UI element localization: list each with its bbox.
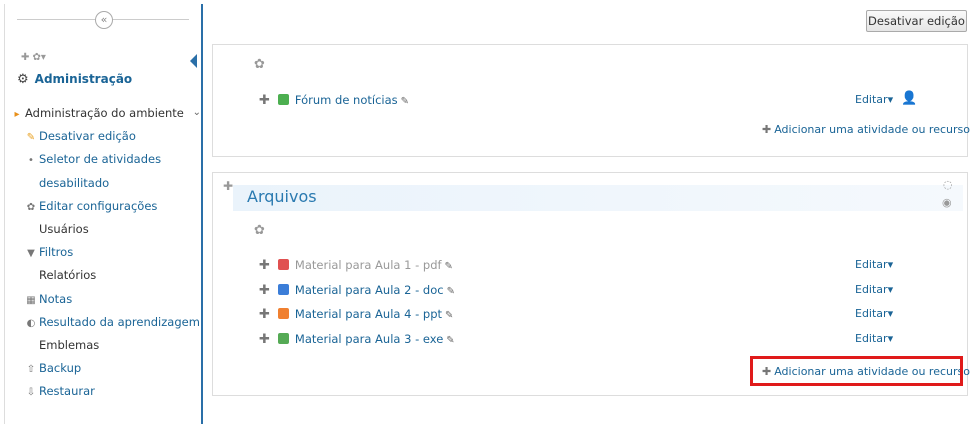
- editar-menu[interactable]: Editar▾: [855, 307, 893, 320]
- sidebar-item-label: Seletor de atividades: [39, 152, 162, 167]
- pencil-icon[interactable]: ✎: [401, 96, 409, 107]
- sidebar-item[interactable]: ⇩ Restaurar: [5, 380, 201, 402]
- pencil-icon: ✎: [26, 132, 36, 144]
- sidebar-item-label: desabilitado: [39, 175, 110, 190]
- move-icon[interactable]: ✚: [259, 93, 270, 108]
- sidebar-item-label: Administração do ambiente: [25, 106, 184, 120]
- sidebar-item[interactable]: • Seletor de atividades: [5, 148, 201, 170]
- block-title-label: Administração: [34, 72, 133, 86]
- section-gear-icon[interactable]: ✿: [254, 57, 265, 72]
- filter-icon: ▼: [27, 248, 35, 260]
- sidebar-item-label: Usuários: [39, 222, 89, 236]
- gears-icon: ⚙: [17, 72, 29, 87]
- turn-editing-off-button[interactable]: Desativar edição: [866, 10, 967, 32]
- sidebar-item-label: Relatórios: [39, 268, 97, 283]
- pencil-icon[interactable]: ✎: [446, 335, 454, 346]
- move-section-icon[interactable]: ✚: [223, 179, 233, 193]
- activity-item[interactable]: ✚ Fórum de notícias ✎: [259, 91, 409, 109]
- sidebar-item[interactable]: desabilitado: [5, 172, 201, 194]
- move-icon[interactable]: ✚: [259, 332, 270, 347]
- sidebar-item-label: Resultado da aprendizagem: [39, 314, 200, 329]
- activity-type-icon: [277, 308, 289, 319]
- editar-menu[interactable]: Editar▾: [855, 283, 893, 296]
- eye-icon[interactable]: ◉: [942, 196, 952, 209]
- pencil-icon[interactable]: ✎: [445, 261, 453, 272]
- sidebar-item-label: Editar configurações: [39, 198, 158, 213]
- editar-menu[interactable]: Editar▾: [855, 332, 893, 345]
- section-title[interactable]: Arquivos: [247, 187, 317, 206]
- add-activity-label: Adicionar uma atividade ou recurso: [774, 123, 970, 136]
- gear-icon: ✿: [26, 201, 36, 213]
- activity-type-icon: [277, 332, 289, 344]
- sidebar-item[interactable]: ✿ Editar configurações: [5, 195, 201, 217]
- activity-item[interactable]: ✚ Material para Aula 3 - exe ✎: [259, 330, 455, 348]
- admin-sidebar: « ✚ ✿▾ ⚙ Administração ▸ Administração do …: [4, 4, 203, 424]
- sidebar-item-label: Notas: [39, 291, 73, 306]
- activity-type-icon: [277, 94, 289, 105]
- table-icon: ▦: [26, 294, 36, 306]
- sidebar-item[interactable]: ⇧ Backup: [5, 357, 201, 379]
- activity-link[interactable]: Material para Aula 1 - pdf: [295, 258, 442, 272]
- activity-link[interactable]: Material para Aula 2 - doc: [295, 283, 444, 297]
- course-section-general: ✿ ✚ Fórum de notícias ✎ Editar▾ 👤 ✚ Adicionar…: [212, 44, 970, 157]
- plus-icon: ✚: [762, 123, 772, 136]
- activity-item[interactable]: ✚ Material para Aula 1 - pdf ✎: [259, 256, 453, 274]
- section-header: [233, 185, 963, 211]
- move-icon[interactable]: ✚: [259, 283, 270, 298]
- sidebar-item-label: Filtros: [39, 245, 74, 260]
- activity-link[interactable]: Material para Aula 4 - ppt: [295, 307, 442, 321]
- sidebar-item[interactable]: ◐ Resultado da aprendizagem: [5, 311, 201, 333]
- block-title: ⚙ Administração: [17, 72, 132, 87]
- upload-icon: ⇧: [26, 364, 36, 376]
- sidebar-item[interactable]: ▦ Notas: [5, 288, 201, 310]
- sidebar-item-label: Backup: [39, 361, 82, 376]
- section-gear-icon[interactable]: ✿: [254, 223, 265, 238]
- sidebar-item[interactable]: Emblemas⌄: [5, 334, 201, 356]
- download-icon: ⇩: [26, 387, 36, 399]
- pencil-icon[interactable]: ✎: [445, 310, 453, 321]
- sidebar-item[interactable]: Usuários⌄: [5, 218, 201, 240]
- sidebar-item[interactable]: ▼ Filtros: [5, 241, 201, 263]
- sidebar-item[interactable]: Relatórios⌄: [5, 264, 201, 286]
- dot-icon: •: [28, 155, 34, 167]
- activity-item[interactable]: ✚ Material para Aula 4 - ppt ✎: [259, 305, 453, 323]
- activity-link[interactable]: Material para Aula 3 - exe: [295, 332, 443, 346]
- highlight-box: [750, 356, 963, 386]
- sidebar-item-label: Emblemas: [39, 338, 100, 352]
- pencil-icon[interactable]: ✎: [447, 286, 455, 297]
- group-mode-icon[interactable]: 👤: [901, 91, 917, 106]
- sidebar-collapse-bar: «: [5, 4, 201, 42]
- move-icon[interactable]: ✚: [259, 307, 270, 322]
- sidebar-item-label: Restaurar: [39, 384, 95, 399]
- activity-type-icon: [277, 259, 289, 270]
- editar-menu[interactable]: Editar▾: [855, 258, 893, 271]
- editar-menu[interactable]: Editar▾: [855, 93, 893, 106]
- block-tools[interactable]: ✚ ✿▾: [21, 52, 46, 63]
- sidebar-item-label: Desativar edição: [39, 129, 136, 144]
- activity-link[interactable]: Fórum de notícias: [295, 93, 398, 107]
- chevron-down-icon: ⌄: [192, 107, 201, 118]
- move-icon[interactable]: ✚: [259, 258, 270, 273]
- palette-icon: ◐: [26, 317, 36, 329]
- sidebar-item[interactable]: ✎ Desativar edição: [5, 125, 201, 147]
- triangle-orange-icon: ▸: [14, 109, 20, 120]
- activity-type-icon: [277, 283, 289, 295]
- dock-arrow-icon[interactable]: [190, 54, 197, 68]
- sidebar-item[interactable]: ▸ Administração do ambiente ⌄: [5, 102, 201, 124]
- add-activity-link[interactable]: ✚ Adicionar uma atividade ou recurso: [762, 123, 970, 136]
- activity-item[interactable]: ✚ Material para Aula 2 - doc ✎: [259, 281, 455, 299]
- lightbulb-icon[interactable]: ◌: [943, 178, 953, 191]
- collapse-sidebar-button[interactable]: «: [95, 11, 113, 29]
